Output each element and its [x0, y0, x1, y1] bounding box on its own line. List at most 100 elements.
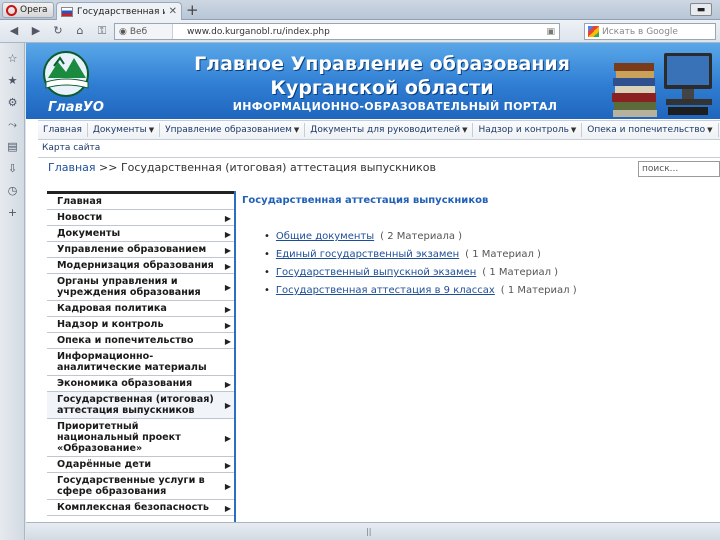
caret-down-icon: ▼: [293, 126, 300, 134]
category-count: ( 2 Материала ): [380, 231, 463, 242]
side-menu-item-modernization[interactable]: Модернизация образования ▶: [47, 258, 235, 274]
main-menu-item-supervision[interactable]: Надзор и контроль ▼: [473, 123, 583, 137]
main-menu: Главная Документы ▼ Управление образовани…: [38, 120, 720, 140]
site-search-input[interactable]: поиск...: [638, 161, 720, 177]
arrow-right-icon: ▶: [224, 336, 231, 346]
back-icon[interactable]: ◀: [6, 24, 22, 38]
side-menu-item-supervision[interactable]: Надзор и контроль ▶: [47, 317, 235, 333]
opera-menu-button[interactable]: Opera: [2, 2, 54, 18]
bullet-icon: •: [264, 267, 270, 278]
key-icon[interactable]: ⚿: [94, 24, 110, 38]
side-menu-item-info-materials[interactable]: Информационно-аналитические материалы: [47, 349, 235, 376]
status-grip[interactable]: ||: [366, 527, 371, 536]
arrow-right-icon: ▶: [224, 261, 231, 271]
share-icon[interactable]: ⤳: [5, 117, 20, 132]
side-menu-label: Комплексная безопасность: [57, 502, 209, 513]
column-divider: [234, 191, 236, 531]
bookmarks-icon[interactable]: ☆: [5, 51, 20, 66]
star-icon[interactable]: ★: [5, 73, 20, 88]
list-item: • Государственный выпускной экзамен ( 1 Ма…: [264, 264, 712, 282]
caret-down-icon: ▼: [570, 126, 577, 134]
tab-close-icon[interactable]: ✕: [169, 6, 177, 17]
caret-down-icon: ▼: [707, 126, 713, 134]
caret-down-icon: ▼: [462, 126, 468, 134]
downloads-icon[interactable]: ⇩: [5, 161, 20, 176]
side-menu-item-security[interactable]: Комплексная безопасность ▶: [47, 500, 235, 516]
list-item: • Общие документы ( 2 Материала ): [264, 228, 712, 246]
notes-icon[interactable]: ▤: [5, 139, 20, 154]
category-link[interactable]: Общие документы: [276, 231, 374, 242]
breadcrumb-current: Государственная (итоговая) аттестация вы…: [120, 161, 436, 174]
category-link[interactable]: Государственный выпускной экзамен: [276, 267, 476, 278]
new-tab-button[interactable]: +: [186, 1, 199, 19]
category-link[interactable]: Государственная аттестация в 9 классах: [276, 285, 495, 296]
bullet-icon: •: [264, 231, 270, 242]
category-count: ( 1 Материал ): [482, 267, 559, 278]
banner-title-line1: Главное Управление образования: [194, 53, 570, 75]
side-menu-label: Главная: [57, 196, 102, 207]
side-menu-label: Надзор и контроль: [57, 319, 164, 330]
side-menu-item-personnel[interactable]: Кадровая политика ▶: [47, 301, 235, 317]
side-menu-label: Экономика образования: [57, 378, 193, 389]
side-menu-item-national-project[interactable]: Приоритетный национальный проект «Образо…: [47, 419, 235, 457]
side-menu-item-public-services[interactable]: Государственные услуги в сфере образован…: [47, 473, 235, 500]
site-map-link[interactable]: Карта сайта: [38, 140, 720, 158]
web-page: ГлавУО Главное Управление образования Ку…: [26, 43, 720, 531]
side-menu-item-authorities[interactable]: Органы управления и учреждения образован…: [47, 274, 235, 301]
browser-search-input[interactable]: Искать в Google: [584, 23, 716, 40]
side-menu-item-guardianship[interactable]: Опека и попечительство ▶: [47, 333, 235, 349]
browser-tab-bar: Opera Государственная ит... ✕ + ▬: [0, 0, 720, 20]
gear-icon[interactable]: ⚙: [5, 95, 20, 110]
side-menu-label: Государственная (итоговая) аттестация вы…: [57, 394, 214, 416]
site-info-badge[interactable]: ◉ Веб: [115, 24, 173, 39]
main-menu-item-documents[interactable]: Документы ▼: [88, 123, 161, 137]
add-panel-icon[interactable]: +: [5, 205, 20, 220]
arrow-right-icon: ▶: [224, 213, 231, 223]
browser-status-bar: ||: [26, 522, 720, 540]
banner-subtitle: ИНФОРМАЦИОННО-ОБРАЗОВАТЕЛЬНЫЙ ПОРТАЛ: [232, 100, 558, 113]
side-menu-item-documents[interactable]: Документы ▶: [47, 226, 235, 242]
main-menu-label: Документы: [92, 125, 147, 135]
side-menu-label: Приоритетный национальный проект «Образо…: [57, 421, 181, 454]
forward-icon[interactable]: ▶: [28, 24, 44, 38]
content-title: Государственная аттестация выпускников: [242, 195, 489, 206]
side-menu-item-attestation[interactable]: Государственная (итоговая) аттестация вы…: [47, 392, 235, 419]
browser-search-placeholder: Искать в Google: [602, 26, 678, 37]
tab-active[interactable]: Государственная ит... ✕: [56, 2, 182, 20]
breadcrumb-separator: >>: [95, 161, 121, 174]
books-and-computer-icon: [612, 53, 712, 117]
browser-side-panel: ☆ ★ ⚙ ⤳ ▤ ⇩ ◷ +: [0, 43, 25, 540]
main-menu-item-leaders-docs[interactable]: Документы для руководителей ▼: [305, 123, 474, 137]
window-minimize-button[interactable]: ▬: [690, 3, 712, 16]
side-menu-item-economics[interactable]: Экономика образования ▶: [47, 376, 235, 392]
minimize-icon: ▬: [696, 4, 706, 15]
main-menu-item-management[interactable]: Управление образованием ▼: [160, 123, 306, 137]
site-banner: ГлавУО Главное Управление образования Ку…: [26, 43, 720, 119]
site-favicon-icon: [61, 6, 73, 17]
home-icon[interactable]: ⌂: [72, 24, 88, 38]
main-menu-item-home[interactable]: Главная: [38, 123, 88, 137]
side-menu-item-management[interactable]: Управление образованием ▶: [47, 242, 235, 258]
address-bar[interactable]: ◉ Веб www.do.kurganobl.ru/index.php ▣: [114, 23, 560, 40]
history-icon[interactable]: ◷: [5, 183, 20, 198]
main-menu-label: Опека и попечительство: [587, 125, 706, 135]
site-badge-label: Веб: [129, 26, 148, 37]
side-menu-item-news[interactable]: Новости ▶: [47, 210, 235, 226]
arrow-right-icon: ▶: [224, 482, 231, 491]
arrow-right-icon: ▶: [224, 433, 231, 443]
side-menu-item-home[interactable]: Главная: [47, 194, 235, 210]
bullet-icon: •: [264, 285, 270, 296]
arrow-right-icon: ▶: [224, 245, 231, 255]
rss-icon[interactable]: ▣: [546, 27, 555, 37]
side-menu-label: Органы управления и учреждения образован…: [57, 276, 201, 298]
category-count: ( 1 Материал ): [465, 249, 541, 260]
side-menu-item-gifted-children[interactable]: Одарённые дети ▶: [47, 457, 235, 473]
arrow-right-icon: ▶: [224, 460, 231, 470]
globe-icon: ◉: [119, 26, 127, 37]
banner-title-line2: Курганской области: [270, 77, 494, 99]
breadcrumb-home-link[interactable]: Главная: [48, 161, 96, 174]
main-menu-item-guardianship[interactable]: Опека и попечительство ▼: [582, 123, 719, 137]
breadcrumb: Главная >> Государственная (итоговая) ат…: [48, 161, 436, 174]
category-link[interactable]: Единый государственный экзамен: [276, 249, 459, 260]
reload-icon[interactable]: ↻: [50, 24, 66, 38]
